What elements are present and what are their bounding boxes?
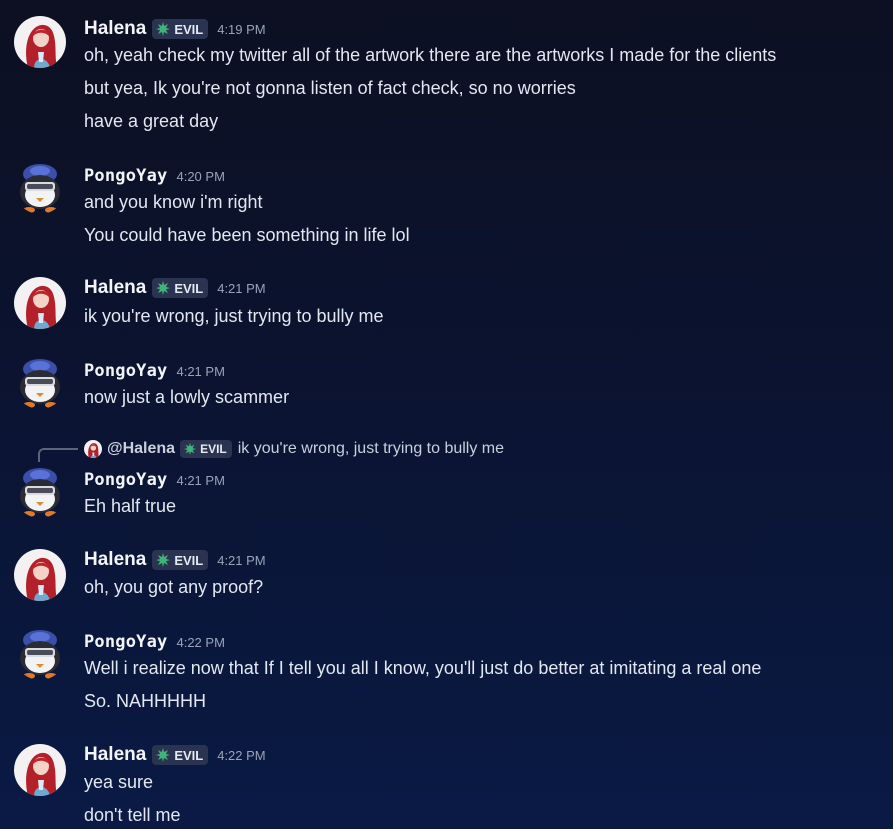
username[interactable]: PongoYay [84, 166, 167, 186]
message-text: now just a lowly scammer [84, 387, 290, 407]
message-text: but yea, Ik you're not gonna listen of f… [84, 78, 576, 98]
server-tag: EVIL [180, 440, 232, 458]
server-tag[interactable]: EVIL [152, 550, 209, 570]
username[interactable]: PongoYay [84, 361, 167, 381]
timestamp: 4:21 PM [176, 363, 225, 379]
timestamp: 4:22 PM [176, 634, 225, 650]
message-text: Well i realize now that If I tell you al… [84, 658, 762, 678]
leaf-icon [155, 280, 171, 296]
avatar[interactable] [14, 549, 66, 601]
avatar[interactable] [14, 628, 66, 680]
message-text: yea sure [84, 772, 154, 792]
message-text: oh, you got any proof? [84, 577, 264, 597]
chat-view: { "users": { "halena": { "name": "Halena… [0, 0, 893, 829]
timestamp: 4:19 PM [217, 21, 266, 37]
message-text: oh, yeah check my twitter all of the art… [84, 45, 777, 65]
message-text: and you know i'm right [84, 192, 263, 212]
avatar[interactable] [14, 16, 66, 68]
username[interactable]: PongoYay [84, 470, 167, 490]
message-header: Halena EVIL 4:19 PM [84, 17, 266, 41]
username[interactable]: Halena [84, 277, 146, 299]
avatar [84, 440, 102, 458]
message-header: PongoYay 4:22 PM [84, 630, 225, 654]
timestamp: 4:21 PM [217, 280, 266, 296]
leaf-icon [155, 21, 171, 37]
reply-spine [38, 448, 78, 462]
leaf-icon [155, 747, 171, 763]
timestamp: 4:20 PM [176, 168, 225, 184]
server-tag[interactable]: EVIL [152, 745, 209, 765]
timestamp: 4:21 PM [217, 552, 266, 568]
reply-mention[interactable]: @Halena [107, 440, 175, 458]
username[interactable]: Halena [84, 744, 146, 766]
avatar[interactable] [14, 744, 66, 796]
server-tag[interactable]: EVIL [152, 278, 209, 298]
message-text: You could have been something in life lo… [84, 225, 410, 245]
avatar[interactable] [14, 277, 66, 329]
timestamp: 4:21 PM [176, 472, 225, 488]
avatar[interactable] [14, 162, 66, 214]
message-text: don't tell me [84, 805, 181, 825]
avatar[interactable] [14, 357, 66, 409]
message-text: So. NAHHHHH [84, 691, 207, 711]
leaf-icon [183, 442, 197, 456]
message-header: PongoYay 4:21 PM [84, 468, 225, 492]
username[interactable]: PongoYay [84, 632, 167, 652]
username[interactable]: Halena [84, 18, 146, 40]
message-header: Halena EVIL 4:21 PM [84, 276, 266, 300]
message-header: PongoYay 4:21 PM [84, 359, 225, 383]
message-text: ik you're wrong, just trying to bully me [84, 306, 384, 326]
username[interactable]: Halena [84, 549, 146, 571]
avatar[interactable] [14, 466, 66, 518]
reply-text: ik you're wrong, just trying to bully me [237, 440, 505, 457]
leaf-icon [155, 552, 171, 568]
timestamp: 4:22 PM [217, 747, 266, 763]
server-tag[interactable]: EVIL [152, 19, 209, 39]
message-header: Halena EVIL 4:22 PM [84, 743, 266, 767]
message-header: PongoYay 4:20 PM [84, 164, 225, 188]
message-text: have a great day [84, 111, 219, 131]
reply-preview[interactable]: @Halena EVIL ik you're wrong, just tryin… [84, 438, 504, 460]
message-text: Eh half true [84, 496, 177, 516]
message-header: Halena EVIL 4:21 PM [84, 548, 266, 572]
